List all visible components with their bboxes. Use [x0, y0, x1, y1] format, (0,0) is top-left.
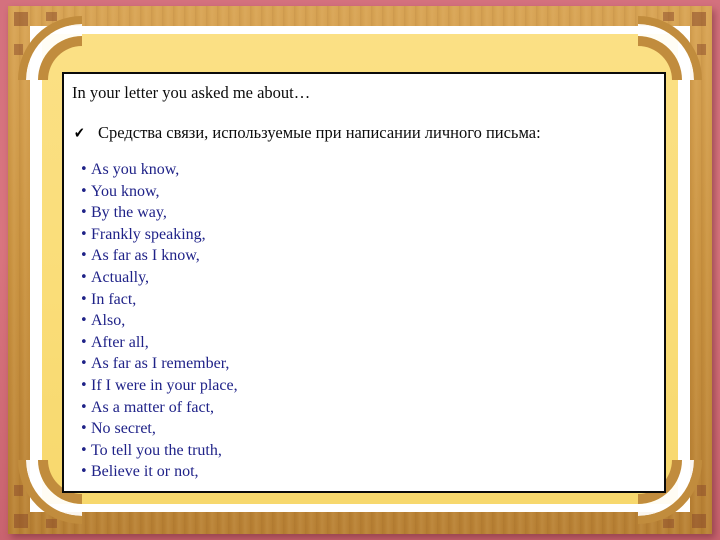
presentation-slide: In your letter you asked me about… ✔ Сре… — [0, 0, 720, 540]
list-item-label: In fact, — [91, 290, 137, 308]
bullet-icon: • — [80, 334, 88, 350]
list-item-label: As far as I remember, — [91, 355, 230, 373]
bullet-icon: • — [80, 442, 88, 458]
list-item-label: Frankly speaking, — [91, 225, 206, 243]
list-item: • Frankly speaking, — [72, 224, 660, 246]
content-text-box: In your letter you asked me about… ✔ Сре… — [62, 72, 666, 493]
bullet-icon: • — [80, 399, 88, 415]
section-heading-row: ✔ Средства связи, используемые при напис… — [72, 123, 660, 143]
list-item-label: Believe it or not, — [91, 463, 199, 481]
bullet-icon: • — [80, 269, 88, 285]
list-item: • Actually, — [72, 267, 660, 289]
list-item-label: As a matter of fact, — [91, 398, 215, 416]
list-item-label: As far as I know, — [91, 247, 200, 265]
bullet-icon: • — [80, 248, 88, 264]
bullet-icon: • — [80, 464, 88, 480]
list-item: • In fact, — [72, 289, 660, 311]
list-item-label: As you know, — [91, 161, 180, 178]
list-item-label: Also, — [91, 312, 126, 330]
list-item: • No secret, — [72, 418, 660, 440]
content-body: In your letter you asked me about… ✔ Сре… — [72, 79, 660, 491]
bullet-icon: • — [80, 356, 88, 372]
bullet-icon: • — [80, 313, 88, 329]
checkmark-icon: ✔ — [73, 124, 85, 142]
linking-phrases-list: • As you know, • You know, • By the way, • F… — [72, 159, 660, 483]
list-item: • Also, — [72, 310, 660, 332]
list-item-label: You know, — [91, 182, 160, 200]
list-item: • As a matter of fact, — [72, 397, 660, 419]
list-item: • Believe it or not, — [72, 461, 660, 483]
lead-sentence: In your letter you asked me about… — [72, 83, 311, 102]
list-item: • By the way, — [72, 202, 660, 224]
list-item-label: By the way, — [91, 204, 167, 222]
bullet-icon: • — [80, 183, 88, 199]
bullet-icon: • — [80, 291, 88, 307]
list-item: • If I were in your place, — [72, 375, 660, 397]
list-item: • You know, — [72, 181, 660, 203]
bullet-icon: • — [80, 205, 88, 221]
bullet-icon: • — [80, 421, 88, 437]
list-item-label: To tell you the truth, — [91, 441, 222, 459]
list-item: • After all, — [72, 332, 660, 354]
list-item: • As you know, — [72, 159, 660, 181]
bullet-icon: • — [80, 226, 88, 242]
list-item: • As far as I remember, — [72, 353, 660, 375]
list-item: • As far as I know, — [72, 245, 660, 267]
section-heading-label: Средства связи, используемые при написан… — [98, 123, 541, 142]
list-item-label: No secret, — [91, 420, 156, 438]
list-item-label: After all, — [91, 333, 149, 351]
list-item-label: If I were in your place, — [91, 376, 238, 394]
list-item: • To tell you the truth, — [72, 440, 660, 462]
bullet-icon: • — [80, 377, 88, 393]
bullet-icon: • — [80, 162, 88, 177]
list-item-label: Actually, — [91, 268, 150, 286]
